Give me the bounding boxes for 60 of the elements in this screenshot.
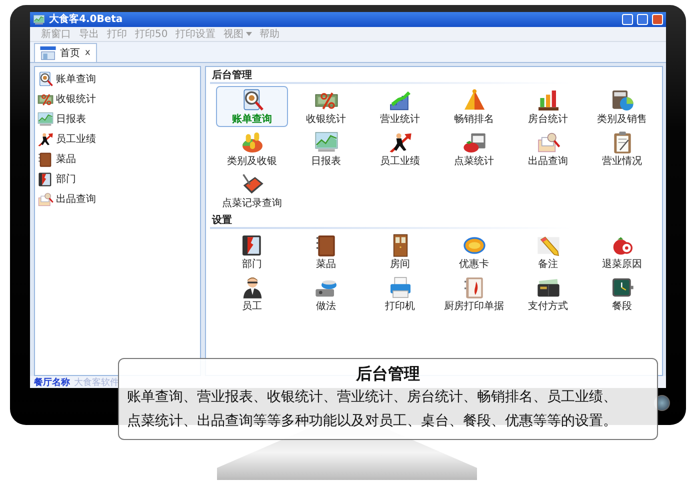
function-tile[interactable]: 房台统计 [512,86,584,127]
function-tile[interactable]: 退菜原因 [586,231,658,272]
function-tile[interactable]: 做法 [290,273,362,314]
pie-chart-icon [610,88,634,113]
line-chart-icon [33,14,45,26]
magnifier-icon [37,70,54,88]
function-tile[interactable]: 点菜记录查询 [216,170,288,211]
function-tile[interactable]: 支付方式 [512,273,584,314]
function-tile[interactable]: 畅销排名 [438,86,510,127]
sidebar-item[interactable]: 账单查询 [37,69,198,89]
status-label: 餐厅名称 [34,376,70,388]
caption-text: 点菜统计、出品查询等等多种功能以及对员工、桌台、餐段、优惠等等的设置。 [127,412,617,431]
function-tile[interactable]: 类别及收银 [216,128,288,169]
sidebar-item[interactable]: 日报表 [37,109,198,129]
book-icon [37,170,54,188]
document-icon [536,130,560,155]
sidebar-item[interactable]: 部门 [37,169,198,189]
function-tile[interactable]: 日报表 [290,128,362,169]
function-tile[interactable]: 营业统计 [364,86,436,127]
function-tile[interactable]: 营业情况 [586,128,658,169]
sidebar-item[interactable]: 收银统计 [37,89,198,109]
tab-label: 首页 [60,47,80,60]
printer-icon [388,275,412,300]
sidebar-item[interactable]: 员工业绩 [37,129,198,149]
line-chart-icon [37,110,54,128]
runner-arrow-icon [37,130,54,148]
function-tile[interactable]: 菜品 [290,231,362,272]
coins-icon [240,130,264,155]
caret-icon [246,32,252,36]
bar-chart-icon [536,88,560,113]
maximize-button[interactable] [637,14,648,25]
function-tile[interactable]: 员工 [216,273,288,314]
minimize-button[interactable] [622,14,633,25]
function-tile[interactable]: 类别及销售 [586,86,658,127]
store-icon [39,44,57,62]
function-tile[interactable]: 员工业绩 [364,128,436,169]
function-tile[interactable]: 账单查询 [216,86,288,127]
function-tile[interactable]: 收银统计 [290,86,362,127]
function-tile[interactable]: 备注 [512,231,584,272]
function-tile[interactable]: 优惠卡 [438,231,510,272]
status-value: 大食客软件 [74,376,119,388]
function-tile[interactable]: 厨房打印单据 [438,273,510,314]
close-button[interactable] [652,14,663,25]
menu-book-icon [37,150,54,168]
caption-title: 后台管理 [356,363,420,385]
close-tab-button[interactable]: x [83,48,92,58]
function-tile[interactable]: 餐段 [586,273,658,314]
function-tile[interactable]: 点菜统计 [438,128,510,169]
function-tile[interactable]: 出品查询 [512,128,584,169]
function-tile[interactable]: 打印机 [364,273,436,314]
document-icon [37,190,54,208]
section-title: 设置 [210,214,572,229]
function-tile[interactable]: 房间 [364,231,436,272]
section-title: 后台管理 [210,69,572,84]
tab[interactable]: 首页 x [34,43,98,62]
sidebar-item[interactable]: 出品查询 [37,189,198,209]
sidebar-item[interactable]: 菜品 [37,149,198,169]
caption-text: 账单查询、营业报表、收银统计、营业统计、房台统计、畅销排名、员工业绩、 [127,388,617,407]
function-tile[interactable]: 部门 [216,231,288,272]
window-title: 大食客4.0Beta [49,12,124,27]
